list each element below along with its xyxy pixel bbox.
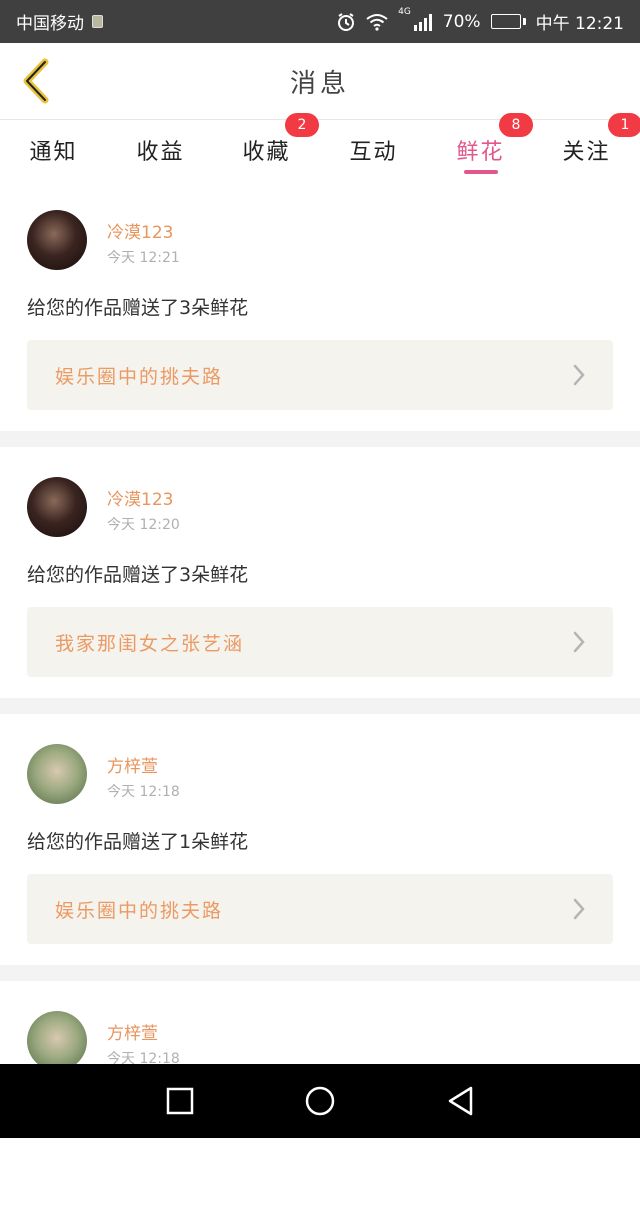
message-text: 给您的作品赠送了3朵鲜花 [27, 297, 249, 319]
tab-badge: 1 [608, 113, 640, 137]
message-text: 给您的作品赠送了1朵鲜花 [27, 831, 249, 853]
work-title: 娱乐圈中的挑夫路 [55, 365, 224, 388]
back-button[interactable] [12, 55, 60, 107]
status-bar: 中国移动 4G 70% 中午 12:21 [0, 0, 640, 43]
carrier: 中国移动 [16, 9, 103, 34]
home-button[interactable] [290, 1071, 350, 1131]
work-title: 我家那闺女之张艺涵 [55, 632, 245, 655]
back-nav-button[interactable] [430, 1071, 490, 1131]
circle-icon [305, 1086, 335, 1116]
divider [0, 965, 640, 981]
clock: 中午 12:21 [535, 14, 624, 34]
system-nav-bar [0, 1064, 640, 1138]
work-link[interactable]: 娱乐圈中的挑夫路 [27, 340, 613, 410]
tab-follow[interactable]: 关注 1 [533, 113, 640, 180]
triangle-back-icon [448, 1086, 473, 1116]
battery-percent: 70% [442, 11, 481, 32]
tab-label: 收益 [136, 140, 185, 165]
sender-name[interactable]: 冷漠123 [107, 218, 173, 243]
battery-icon [490, 14, 526, 29]
tab-label: 通知 [29, 140, 78, 165]
divider [0, 431, 640, 447]
message-time: 今天 12:20 [107, 517, 180, 533]
chevron-left-icon [23, 58, 49, 104]
signal-icon [413, 13, 432, 31]
chevron-right-icon [573, 631, 585, 653]
network-type: 4G [398, 7, 411, 17]
tab-bar: 通知 收益 收藏 2 互动 鲜花 8 关注 1 [0, 113, 640, 180]
tab-favorites[interactable]: 收藏 2 [213, 113, 320, 180]
tab-flowers[interactable]: 鲜花 8 [427, 113, 534, 180]
status-icons: 4G 70% 中午 12:21 [336, 7, 624, 34]
avatar[interactable] [27, 477, 87, 537]
work-link[interactable]: 我家那闺女之张艺涵 [27, 607, 613, 677]
divider [0, 698, 640, 714]
message-time: 今天 12:21 [107, 250, 180, 266]
recent-apps-button[interactable] [150, 1071, 210, 1131]
tab-label: 鲜花 [456, 140, 505, 165]
tab-badge: 2 [285, 113, 319, 137]
page-title: 消息 [289, 68, 350, 99]
tab-interaction[interactable]: 互动 [320, 120, 427, 180]
header: 消息 [0, 43, 640, 120]
work-link[interactable]: 娱乐圈中的挑夫路 [27, 874, 613, 944]
sender-name[interactable]: 冷漠123 [107, 485, 173, 510]
square-icon [166, 1087, 194, 1115]
sender-name[interactable]: 方梓萱 [107, 1019, 158, 1044]
tab-label: 互动 [349, 140, 398, 165]
carrier-name: 中国移动 [16, 14, 84, 34]
sim-icon [92, 15, 103, 28]
sender-name[interactable]: 方梓萱 [107, 752, 158, 777]
work-title: 娱乐圈中的挑夫路 [55, 899, 224, 922]
alarm-icon [338, 12, 355, 31]
tab-badge: 8 [499, 113, 533, 137]
avatar[interactable] [27, 1011, 87, 1071]
chevron-right-icon [573, 364, 585, 386]
avatar[interactable] [27, 744, 87, 804]
tab-label: 收藏 [242, 140, 291, 165]
tab-earnings[interactable]: 收益 [107, 120, 214, 180]
list-item: 冷漠123 今天 12:21 给您的作品赠送了3朵鲜花 娱乐圈中的挑夫路 [0, 180, 640, 431]
avatar[interactable] [27, 210, 87, 270]
message-time: 今天 12:18 [107, 784, 180, 800]
list-item: 方梓萱 今天 12:18 给您的作品赠送了1朵鲜花 娱乐圈中的挑夫路 [0, 714, 640, 965]
tab-label: 关注 [562, 140, 611, 165]
list-item: 冷漠123 今天 12:20 给您的作品赠送了3朵鲜花 我家那闺女之张艺涵 [0, 447, 640, 698]
message-text: 给您的作品赠送了3朵鲜花 [27, 564, 249, 586]
tab-notice[interactable]: 通知 [0, 120, 107, 180]
active-tab-indicator [463, 170, 498, 174]
wifi-icon [366, 13, 388, 31]
chevron-right-icon [573, 898, 585, 920]
